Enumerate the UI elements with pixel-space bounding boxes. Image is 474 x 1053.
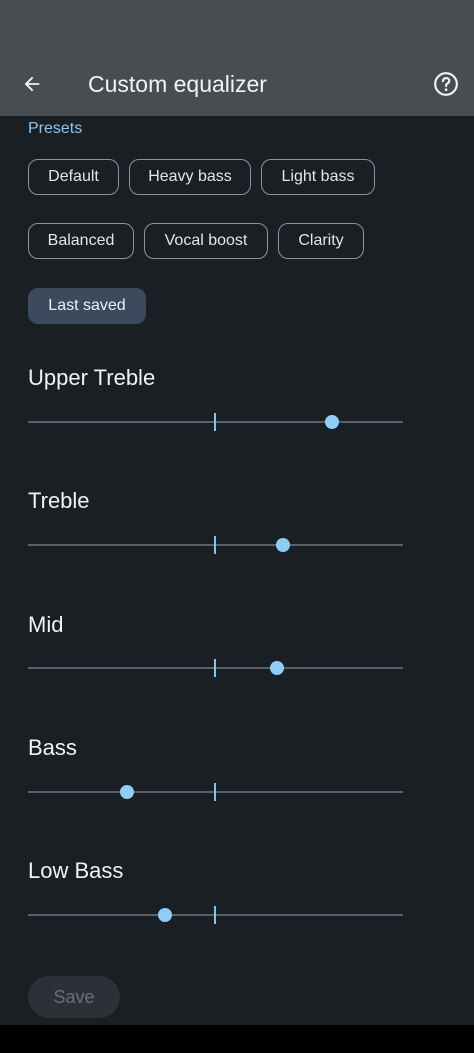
slider-mid[interactable] [28, 653, 403, 683]
slider-thumb[interactable] [276, 538, 290, 552]
save-button[interactable]: Save [28, 976, 120, 1018]
slider-center-tick [214, 536, 216, 554]
help-circle-icon [434, 72, 458, 96]
slider-low-bass[interactable] [28, 900, 403, 930]
slider-center-tick [214, 659, 216, 677]
slider-upper-treble[interactable] [28, 407, 403, 437]
page-title: Custom equalizer [88, 71, 267, 97]
band-label-upper-treble: Upper Treble [28, 365, 156, 390]
preset-chip-balanced[interactable]: Balanced [28, 223, 134, 259]
slider-center-tick [214, 413, 216, 431]
slider-center-tick [214, 783, 216, 801]
arrow-left-icon [24, 76, 40, 92]
preset-chip-last-saved[interactable]: Last saved [28, 288, 146, 324]
help-button[interactable] [426, 64, 466, 104]
band-label-bass: Bass [28, 735, 77, 760]
presets-label: Presets [28, 120, 83, 137]
preset-chip-light-bass[interactable]: Light bass [261, 159, 375, 195]
preset-chip-heavy-bass[interactable]: Heavy bass [129, 159, 251, 195]
slider-treble[interactable] [28, 530, 403, 560]
slider-thumb[interactable] [120, 785, 135, 799]
preset-chip-vocal-boost[interactable]: Vocal boost [144, 223, 268, 259]
navigation-bar-strip [0, 1025, 474, 1053]
slider-thumb[interactable] [324, 415, 339, 429]
preset-chip-clarity[interactable]: Clarity [278, 223, 364, 259]
slider-bass[interactable] [28, 777, 403, 807]
band-label-mid: Mid [28, 612, 64, 637]
top-app-bar: Custom equalizer [0, 0, 474, 116]
slider-center-tick [214, 906, 216, 924]
preset-chip-default[interactable]: Default [28, 159, 119, 195]
equalizer-screen: Custom equalizer Presets Default Heavy b… [0, 0, 474, 1053]
band-label-treble: Treble [28, 488, 90, 513]
back-button[interactable] [12, 64, 52, 104]
band-label-low-bass: Low Bass [28, 858, 124, 883]
slider-thumb[interactable] [270, 661, 285, 675]
slider-thumb[interactable] [157, 908, 172, 922]
